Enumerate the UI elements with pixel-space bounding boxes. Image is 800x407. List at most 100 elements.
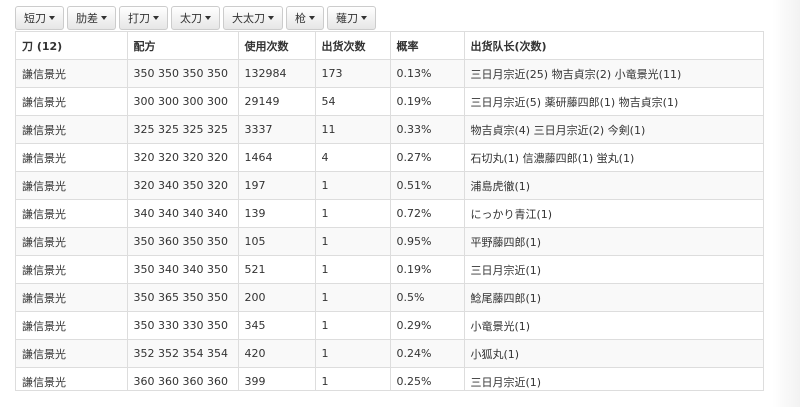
cell-rate: 0.5% <box>389 283 464 312</box>
button-label: 太刀 <box>180 12 202 25</box>
table-row: 謙信景光 320 320 320 320 1464 4 0.27% 石切丸(1) 信濃藤四… <box>16 143 763 172</box>
cell-recipe: 350 360 350 350 <box>126 227 238 256</box>
cell-recipe: 320 340 350 320 <box>126 171 238 200</box>
forge-results-table-container: 刀 (12) 配方 使用次数 出货次数 概率 出货队长(次数) 謙信景光 350 … <box>15 31 764 391</box>
cell-sword: 謙信景光 <box>16 59 127 88</box>
cell-uses: 399 <box>237 367 315 390</box>
cell-uses: 420 <box>237 339 315 368</box>
cell-drops: 1 <box>314 171 390 200</box>
cell-sword: 謙信景光 <box>16 199 127 228</box>
cell-captains: 石切丸(1) 信濃藤四郎(1) 蛍丸(1) <box>463 143 763 172</box>
cell-recipe: 325 325 325 325 <box>126 115 238 144</box>
dropdown-tachi[interactable]: 太刀 <box>171 6 220 30</box>
cell-uses: 105 <box>237 227 315 256</box>
cell-sword: 謙信景光 <box>16 87 127 116</box>
table-row: 謙信景光 350 360 350 350 105 1 0.95% 平野藤四郎(1) <box>16 227 763 256</box>
table-row: 謙信景光 300 300 300 300 29149 54 0.19% 三日月宗近(5) … <box>16 87 763 116</box>
edge-shadow <box>772 0 800 407</box>
caret-down-icon <box>101 16 107 20</box>
column-header-captains: 出货队长(次数) <box>463 32 763 60</box>
cell-drops: 1 <box>314 367 390 390</box>
cell-recipe: 300 300 300 300 <box>126 87 238 116</box>
column-header-sword: 刀 (12) <box>16 32 127 60</box>
cell-uses: 1464 <box>237 143 315 172</box>
cell-rate: 0.72% <box>389 199 464 228</box>
caret-down-icon <box>153 16 159 20</box>
cell-drops: 54 <box>314 87 390 116</box>
button-label: 短刀 <box>24 12 46 25</box>
cell-recipe: 340 340 340 340 <box>126 199 238 228</box>
cell-rate: 0.19% <box>389 255 464 284</box>
cell-uses: 29149 <box>237 87 315 116</box>
button-label: 薙刀 <box>336 12 358 25</box>
cell-uses: 132984 <box>237 59 315 88</box>
cell-recipe: 350 330 330 350 <box>126 311 238 340</box>
cell-rate: 0.33% <box>389 115 464 144</box>
caret-down-icon <box>361 16 367 20</box>
cell-sword: 謙信景光 <box>16 115 127 144</box>
table-body: 謙信景光 350 350 350 350 132984 173 0.13% 三日月宗近(2… <box>16 59 763 390</box>
cell-drops: 1 <box>314 311 390 340</box>
cell-recipe: 350 350 350 350 <box>126 59 238 88</box>
cell-rate: 0.19% <box>389 87 464 116</box>
cell-rate: 0.27% <box>389 143 464 172</box>
table-row: 謙信景光 352 352 354 354 420 1 0.24% 小狐丸(1) <box>16 339 763 368</box>
cell-sword: 謙信景光 <box>16 171 127 200</box>
caret-down-icon <box>205 16 211 20</box>
cell-captains: 鯰尾藤四郎(1) <box>463 283 763 312</box>
dropdown-naginata[interactable]: 薙刀 <box>327 6 376 30</box>
cell-uses: 139 <box>237 199 315 228</box>
table-row: 謙信景光 320 340 350 320 197 1 0.51% 浦島虎徹(1) <box>16 171 763 200</box>
cell-recipe: 320 320 320 320 <box>126 143 238 172</box>
forge-results-table: 刀 (12) 配方 使用次数 出货次数 概率 出货队长(次数) 謙信景光 350 … <box>16 32 763 390</box>
table-row: 謙信景光 340 340 340 340 139 1 0.72% にっかり青江(1) <box>16 199 763 228</box>
cell-captains: 三日月宗近(1) <box>463 367 763 390</box>
button-label: 肋差 <box>76 12 98 25</box>
cell-captains: 三日月宗近(25) 物吉貞宗(2) 小竜景光(11) <box>463 59 763 88</box>
cell-sword: 謙信景光 <box>16 227 127 256</box>
cell-drops: 173 <box>314 59 390 88</box>
cell-recipe: 352 352 354 354 <box>126 339 238 368</box>
table-header-row: 刀 (12) 配方 使用次数 出货次数 概率 出货队长(次数) <box>16 32 763 60</box>
weapon-type-toolbar: 短刀 肋差 打刀 太刀 大太刀 枪 薙刀 <box>15 6 376 30</box>
caret-down-icon <box>309 16 315 20</box>
cell-captains: 平野藤四郎(1) <box>463 227 763 256</box>
cell-uses: 345 <box>237 311 315 340</box>
dropdown-yari[interactable]: 枪 <box>286 6 324 30</box>
cell-sword: 謙信景光 <box>16 367 127 390</box>
table-row: 謙信景光 350 350 350 350 132984 173 0.13% 三日月宗近(2… <box>16 59 763 88</box>
dropdown-uchigatana[interactable]: 打刀 <box>119 6 168 30</box>
caret-down-icon <box>268 16 274 20</box>
cell-recipe: 350 340 340 350 <box>126 255 238 284</box>
cell-rate: 0.25% <box>389 367 464 390</box>
cell-uses: 197 <box>237 171 315 200</box>
dropdown-wakizashi[interactable]: 肋差 <box>67 6 116 30</box>
cell-uses: 521 <box>237 255 315 284</box>
cell-captains: にっかり青江(1) <box>463 199 763 228</box>
table-row: 謙信景光 350 365 350 350 200 1 0.5% 鯰尾藤四郎(1) <box>16 283 763 312</box>
cell-rate: 0.24% <box>389 339 464 368</box>
cell-rate: 0.13% <box>389 59 464 88</box>
table-row: 謙信景光 350 330 330 350 345 1 0.29% 小竜景光(1) <box>16 311 763 340</box>
cell-rate: 0.29% <box>389 311 464 340</box>
column-header-uses: 使用次数 <box>237 32 315 60</box>
cell-sword: 謙信景光 <box>16 143 127 172</box>
cell-recipe: 350 365 350 350 <box>126 283 238 312</box>
cell-captains: 小竜景光(1) <box>463 311 763 340</box>
table-row: 謙信景光 360 360 360 360 399 1 0.25% 三日月宗近(1) <box>16 367 763 390</box>
cell-drops: 1 <box>314 199 390 228</box>
dropdown-tanto[interactable]: 短刀 <box>15 6 64 30</box>
cell-sword: 謙信景光 <box>16 255 127 284</box>
cell-sword: 謙信景光 <box>16 311 127 340</box>
cell-captains: 三日月宗近(5) 薬研藤四郎(1) 物吉貞宗(1) <box>463 87 763 116</box>
cell-uses: 200 <box>237 283 315 312</box>
column-header-drops: 出货次数 <box>314 32 390 60</box>
table-row: 謙信景光 350 340 340 350 521 1 0.19% 三日月宗近(1) <box>16 255 763 284</box>
cell-sword: 謙信景光 <box>16 339 127 368</box>
column-header-recipe: 配方 <box>126 32 238 60</box>
cell-drops: 4 <box>314 143 390 172</box>
dropdown-odachi[interactable]: 大太刀 <box>223 6 283 30</box>
column-header-rate: 概率 <box>389 32 464 60</box>
cell-rate: 0.51% <box>389 171 464 200</box>
cell-drops: 11 <box>314 115 390 144</box>
